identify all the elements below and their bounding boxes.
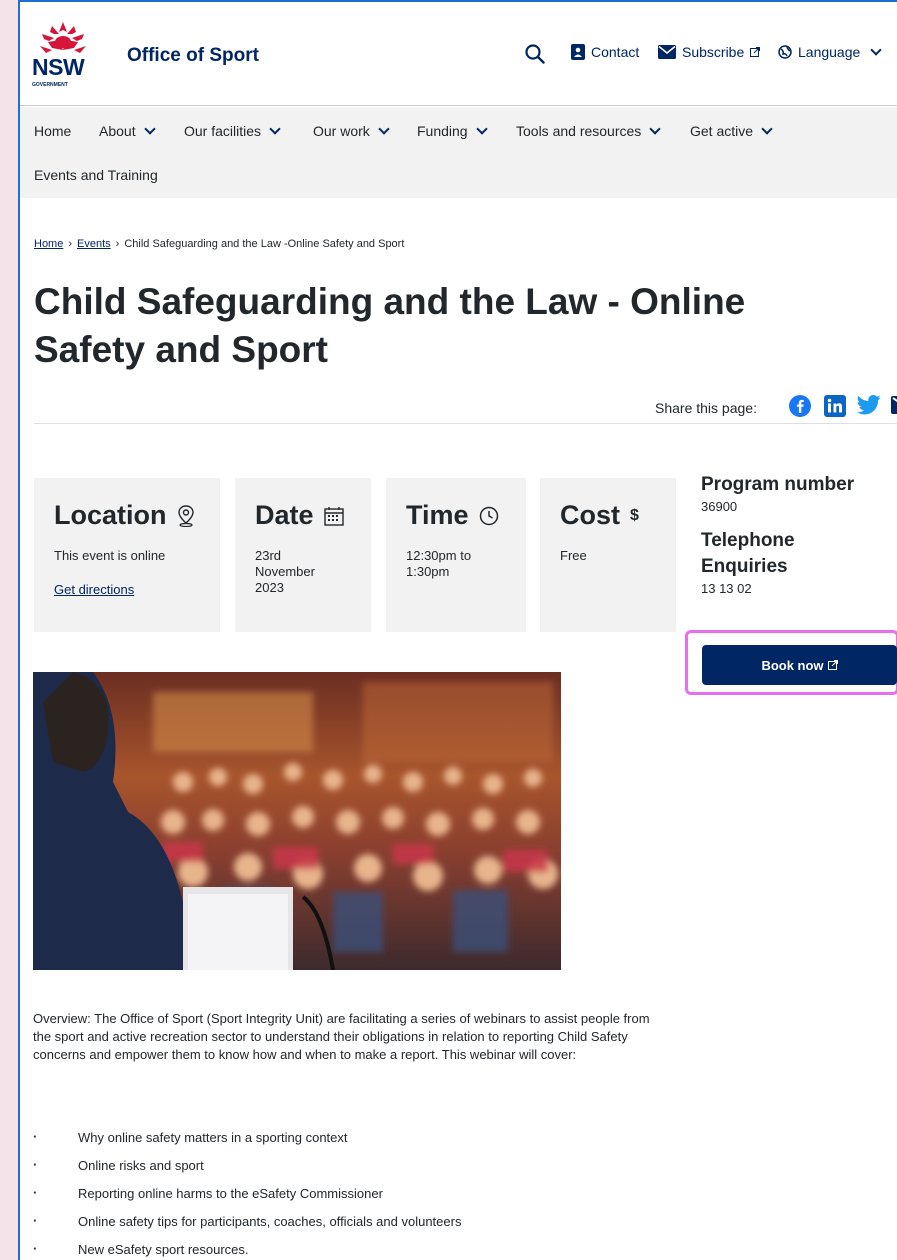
chevron-down-icon xyxy=(761,123,773,135)
breadcrumb-events-link[interactable]: Events xyxy=(77,238,111,250)
date-card: Date 23rd November 2023 xyxy=(235,478,371,632)
main-navigation: Home About Our facilities Our work Fundi… xyxy=(20,107,897,198)
chevron-down-icon xyxy=(870,44,882,56)
telephone-enquiries-label: Telephone Enquiries xyxy=(701,530,795,577)
book-now-label: Book now xyxy=(761,657,824,673)
nsw-government-logo[interactable]: NSW GOVERNMENT xyxy=(32,20,94,90)
get-directions-link[interactable]: Get directions xyxy=(54,582,134,597)
nav-item-home[interactable]: Home xyxy=(34,123,71,139)
nav-item-tools-and-resources[interactable]: Tools and resources xyxy=(516,123,661,139)
time-text: 12:30pm to 1:30pm xyxy=(406,548,472,579)
map-pin-icon xyxy=(177,504,194,527)
location-card-title: Location xyxy=(54,500,195,531)
page-title: Child Safeguarding and the Law - Online … xyxy=(34,281,746,370)
nav-label: Tools and resources xyxy=(516,123,642,139)
nav-label: Our work xyxy=(313,123,370,139)
nav-item-events-and-training[interactable]: Events and Training xyxy=(34,167,158,183)
chevron-down-icon xyxy=(269,123,281,135)
nav-item-our-work[interactable]: Our work xyxy=(313,123,390,139)
nav-label: Home xyxy=(34,123,72,139)
contact-link[interactable]: Contact xyxy=(571,44,639,60)
telephone-value: 13 13 02 xyxy=(701,581,752,596)
subscribe-label: Subscribe xyxy=(682,44,745,60)
nav-label: Events and Training xyxy=(34,167,158,183)
time-title: Time xyxy=(406,500,469,530)
nav-item-get-active[interactable]: Get active xyxy=(690,123,773,139)
mail-icon xyxy=(658,45,676,59)
breadcrumb-separator: › xyxy=(115,238,120,250)
chevron-down-icon xyxy=(649,123,661,135)
dollar-icon: $ xyxy=(630,506,639,524)
list-item: Why online safety matters in a sporting … xyxy=(33,1128,653,1157)
cost-card: Cost $ Free xyxy=(540,478,676,632)
list-item: Reporting online harms to the eSafety Co… xyxy=(33,1184,653,1213)
globe-icon xyxy=(778,45,792,59)
program-number-label: Program number xyxy=(701,474,855,495)
date-card-title: Date xyxy=(255,500,344,531)
time-card-title: Time xyxy=(406,500,499,531)
nav-label: About xyxy=(99,123,136,139)
location-text: This event is online xyxy=(54,548,166,563)
clock-icon xyxy=(479,506,498,525)
contact-label: Contact xyxy=(591,44,640,60)
linkedin-icon[interactable] xyxy=(824,395,846,417)
email-share-icon[interactable] xyxy=(891,396,897,414)
breadcrumb-home-link[interactable]: Home xyxy=(34,238,63,250)
chevron-down-icon xyxy=(378,123,390,135)
date-title: Date xyxy=(255,500,314,530)
nav-label: Our facilities xyxy=(184,123,262,139)
language-label: Language xyxy=(798,44,861,60)
external-link-icon xyxy=(750,47,761,57)
breadcrumb-current: Child Safeguarding and the Law -Online S… xyxy=(124,238,405,250)
contact-card-icon xyxy=(571,44,585,60)
cost-title: Cost xyxy=(560,500,620,530)
list-item: New eSafety sport resources. xyxy=(33,1240,653,1260)
nav-label: Funding xyxy=(417,123,468,139)
chevron-down-icon xyxy=(143,123,156,135)
event-photo xyxy=(33,672,561,970)
facebook-icon[interactable] xyxy=(789,395,811,417)
overview-text: Overview: The Office of Sport (Sport Int… xyxy=(33,1011,650,1062)
program-number-value: 36900 xyxy=(701,499,738,514)
list-item: Online risks and sport xyxy=(33,1156,653,1185)
browser-frame: NSW GOVERNMENT Office of Sport Contact S… xyxy=(18,0,897,1260)
nav-item-funding[interactable]: Funding xyxy=(417,123,488,139)
chevron-down-icon xyxy=(475,123,488,135)
date-text: 23rd November 2023 xyxy=(255,548,315,595)
book-now-highlight: Book now xyxy=(685,630,897,695)
logo-subtext: GOVERNMENT xyxy=(32,82,68,88)
site-header: NSW GOVERNMENT Office of Sport Contact S… xyxy=(20,2,897,106)
site-title[interactable]: Office of Sport xyxy=(127,45,259,67)
nav-item-our-facilities[interactable]: Our facilities xyxy=(184,123,281,139)
webinar-topics-list: Why online safety matters in a sporting … xyxy=(33,1128,653,1260)
list-item: Online safety tips for participants, coa… xyxy=(33,1212,653,1241)
location-title: Location xyxy=(54,500,167,530)
share-bar: Share this page: xyxy=(34,382,897,424)
nav-item-about[interactable]: About xyxy=(99,123,156,139)
external-link-icon xyxy=(827,660,838,670)
search-icon xyxy=(525,44,545,64)
location-card: Location This event is online Get direct… xyxy=(34,478,220,632)
share-label: Share this page: xyxy=(655,400,757,416)
subscribe-link[interactable]: Subscribe xyxy=(658,44,761,60)
cost-text: Free xyxy=(560,548,587,563)
nav-label: Get active xyxy=(690,123,754,139)
logo-wordmark: NSW xyxy=(32,54,85,80)
cost-card-title: Cost $ xyxy=(560,500,639,531)
language-selector[interactable]: Language xyxy=(778,44,882,60)
calendar-icon xyxy=(323,506,344,526)
twitter-icon[interactable] xyxy=(857,395,881,415)
search-button[interactable] xyxy=(525,44,545,64)
breadcrumb: Home › Events › Child Safeguarding and t… xyxy=(34,238,404,250)
breadcrumb-separator: › xyxy=(68,238,73,250)
book-now-button[interactable]: Book now xyxy=(702,645,897,685)
conference-audience-image xyxy=(33,672,561,970)
time-card: Time 12:30pm to 1:30pm xyxy=(386,478,526,632)
